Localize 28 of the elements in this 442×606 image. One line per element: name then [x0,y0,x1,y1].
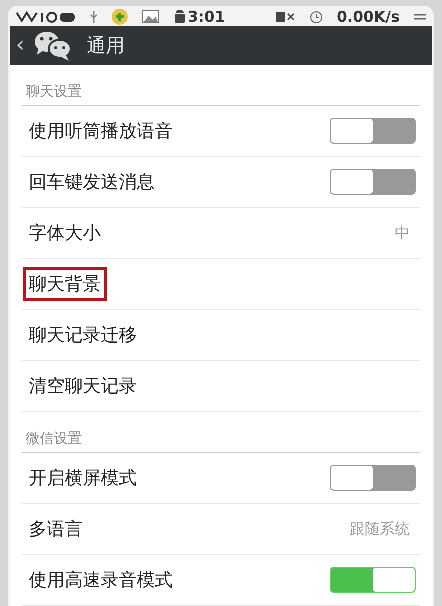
clock-icon [310,10,323,24]
setting-label[interactable]: 回车键发送消息 [23,165,161,199]
section-title: 微信设置 [22,412,420,453]
cross-icon [112,9,128,25]
highlighted-setting-label[interactable]: 聊天背景 [23,267,107,301]
setting-label[interactable]: 开启横屏模式 [23,461,143,495]
android-icon [174,10,186,24]
setting-label[interactable]: 清空聊天记录 [23,369,143,403]
usb-icon [90,10,98,24]
toggle-switch[interactable] [330,465,416,491]
setting-label[interactable]: 使用高速录音模式 [23,563,179,597]
toggle-switch[interactable] [330,169,416,195]
network-speed: 0.00K/s [336,8,400,26]
setting-label[interactable]: 使用听筒播放语音 [23,114,179,148]
section-title: 聊天设置 [22,65,420,106]
setting-value: 跟随系统 [350,520,410,538]
toggle-switch[interactable] [330,567,416,593]
setting-label[interactable]: 多语言 [23,512,89,546]
chat-bubbles-icon [32,30,73,62]
setting-label[interactable]: 聊天记录迁移 [23,318,143,352]
back-button[interactable]: ‹ [16,33,25,58]
setting-value: 中 [395,224,410,242]
page-title: 通用 [86,34,125,58]
logo-icon [16,10,76,24]
setting-label[interactable]: 字体大小 [23,216,107,250]
mute-icon [276,11,296,23]
toggle-switch[interactable] [330,118,416,144]
clock-time: 3:01 [188,8,226,26]
